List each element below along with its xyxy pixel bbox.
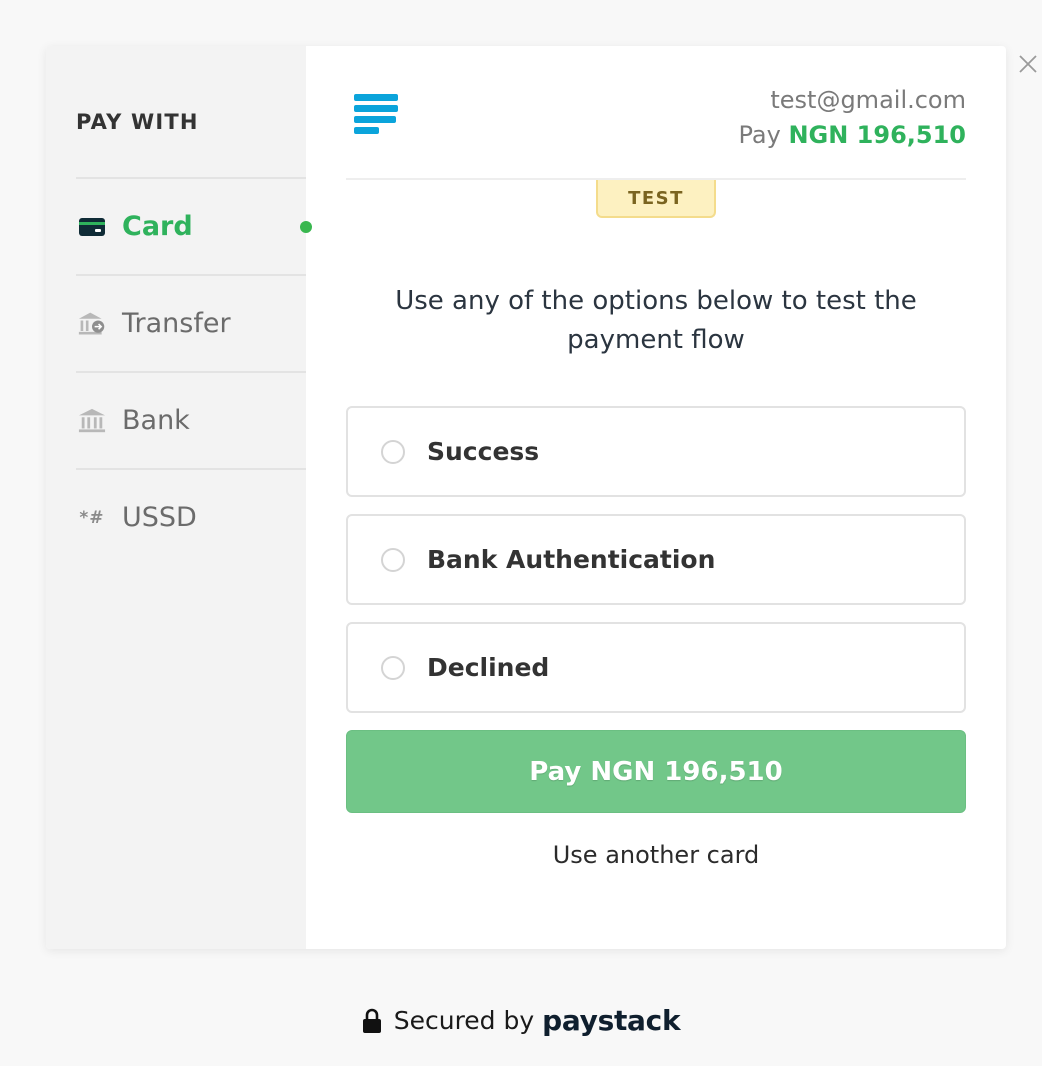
payment-method-sidebar: PAY WITH Card Transfer Bank *# USSD — [46, 46, 312, 949]
radio-button[interactable] — [381, 655, 405, 680]
option-success[interactable]: Success — [346, 406, 966, 497]
method-card-label: Card — [122, 211, 193, 242]
radio-button[interactable] — [381, 439, 405, 464]
close-icon — [1019, 55, 1037, 73]
header-pay-amount: Pay NGN 196,510 — [739, 121, 967, 149]
method-bank-label: Bank — [122, 405, 190, 436]
credit-card-icon — [78, 213, 106, 241]
bank-transfer-icon — [78, 310, 106, 338]
radio-button[interactable] — [381, 547, 405, 572]
lock-icon — [362, 1008, 382, 1034]
pay-with-heading: PAY WITH — [76, 110, 199, 134]
payment-method-list: Card Transfer Bank *# USSD — [76, 177, 312, 565]
secured-by-text: Secured by — [393, 1006, 535, 1035]
option-declined[interactable]: Declined — [346, 622, 966, 713]
method-transfer-label: Transfer — [122, 308, 231, 339]
test-mode-badge: TEST — [596, 180, 716, 218]
option-label: Success — [427, 437, 540, 466]
secured-footer: Secured by paystack — [0, 1004, 1042, 1037]
close-button[interactable] — [1014, 50, 1042, 78]
ussd-icon: *# — [79, 507, 105, 528]
option-label: Declined — [427, 653, 550, 682]
option-label: Bank Authentication — [427, 545, 716, 574]
use-another-card-link[interactable]: Use another card — [346, 841, 966, 869]
amount-value: NGN 196,510 — [788, 121, 966, 149]
customer-email: test@gmail.com — [770, 86, 966, 114]
bank-icon — [78, 407, 106, 435]
payment-modal: PAY WITH Card Transfer Bank *# USSD test… — [46, 46, 1006, 949]
merchant-logo — [354, 94, 400, 144]
paystack-logo: paystack — [542, 1004, 681, 1037]
method-ussd[interactable]: *# USSD — [76, 468, 306, 565]
payment-main-panel: test@gmail.com Pay NGN 196,510 TEST Use … — [306, 46, 1006, 949]
method-card[interactable]: Card — [76, 177, 312, 274]
test-instruction: Use any of the options below to test the… — [395, 286, 917, 355]
pay-button[interactable]: Pay NGN 196,510 — [346, 730, 966, 813]
pay-prefix: Pay — [738, 121, 781, 149]
method-transfer[interactable]: Transfer — [76, 274, 306, 371]
method-ussd-label: USSD — [122, 502, 197, 533]
method-bank[interactable]: Bank — [76, 371, 306, 468]
option-bank-authentication[interactable]: Bank Authentication — [346, 514, 966, 605]
